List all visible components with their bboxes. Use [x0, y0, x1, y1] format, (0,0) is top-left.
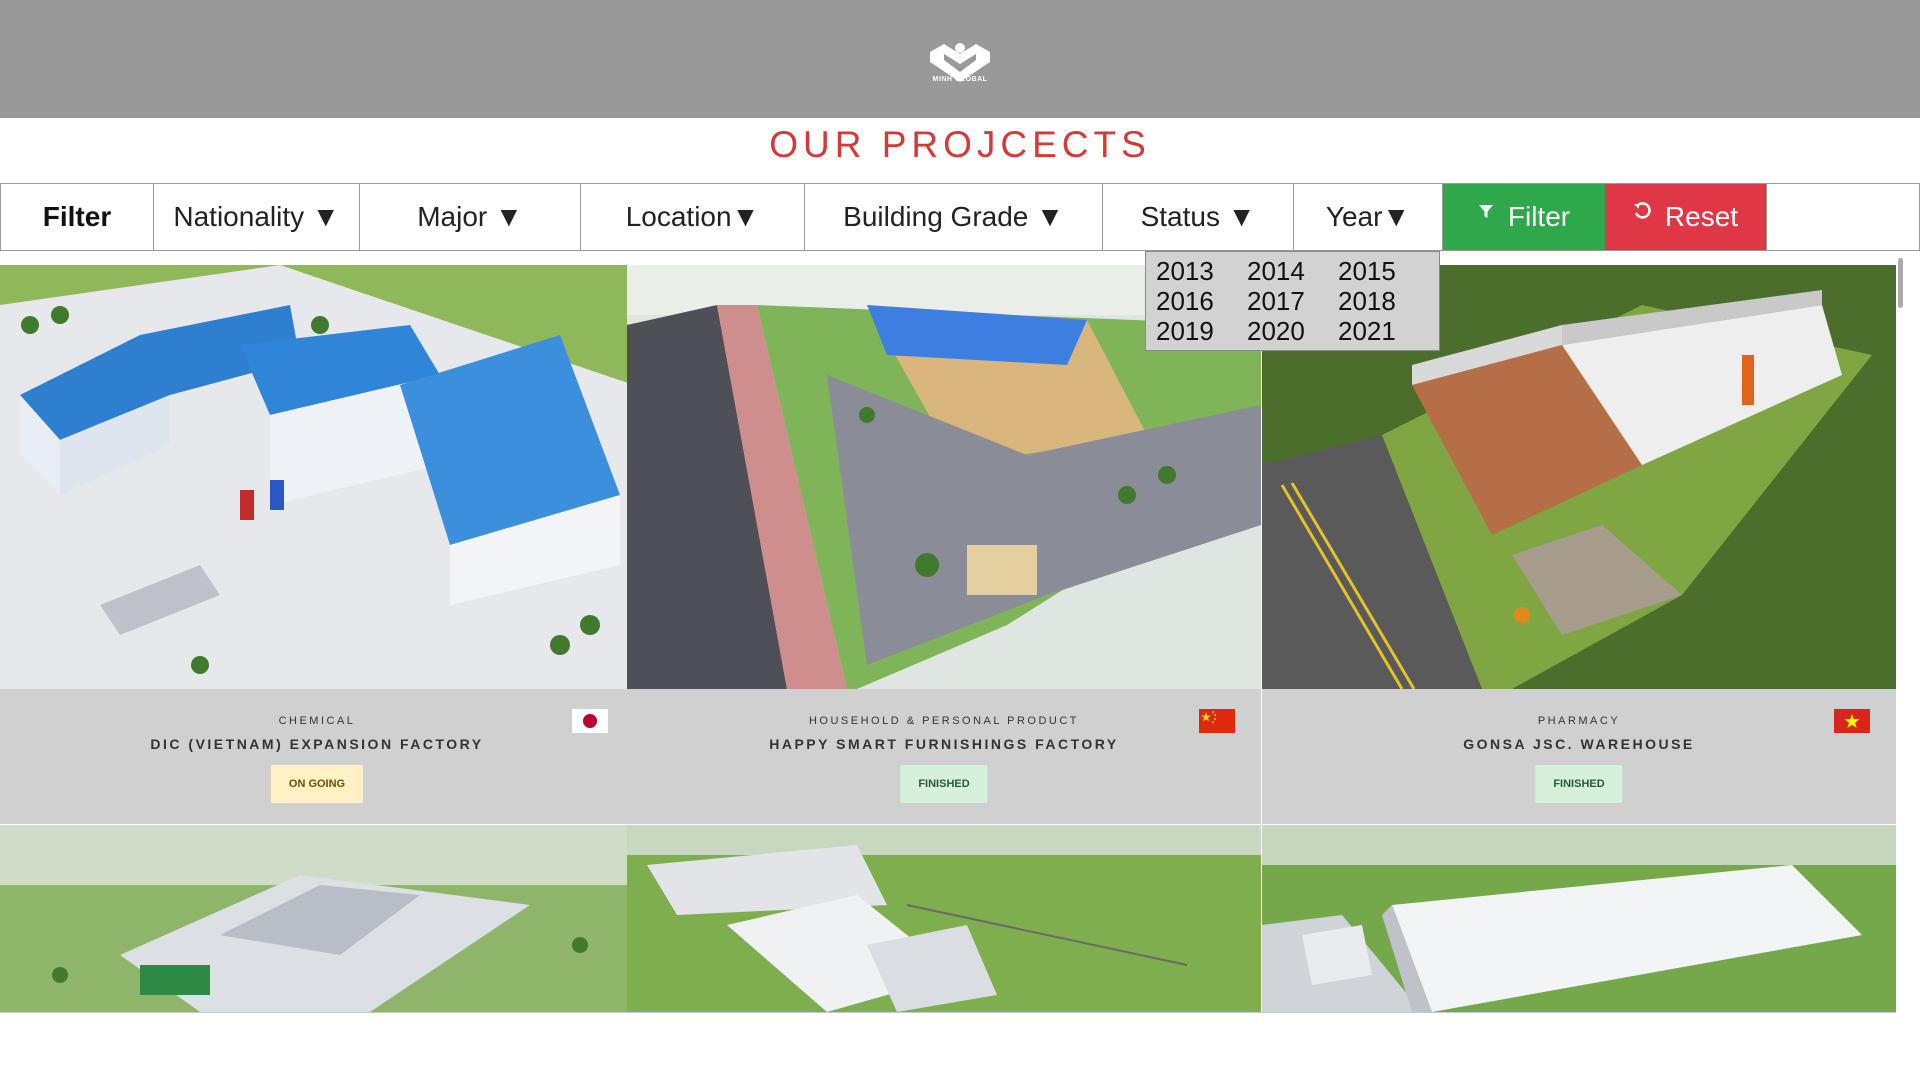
project-category: PHARMACY — [1537, 715, 1621, 727]
funnel-icon — [1478, 200, 1494, 226]
status-badge: ON GOING — [270, 765, 364, 803]
year-option-2020[interactable]: 2020 — [1247, 316, 1338, 346]
year-dropdown[interactable]: Year▼ — [1294, 184, 1443, 250]
project-image[interactable] — [0, 265, 634, 689]
vietnam-flag-icon — [1834, 709, 1870, 733]
year-option-2016[interactable]: 2016 — [1156, 286, 1247, 316]
page-title: OUR PROJCECTS — [769, 124, 1151, 165]
project-card[interactable] — [627, 825, 1261, 1012]
nationality-dropdown[interactable]: Nationality ▼ — [154, 184, 360, 250]
project-name[interactable]: HAPPY SMART FURNISHINGS FACTORY — [627, 736, 1261, 752]
major-dropdown[interactable]: Major ▼ — [360, 184, 581, 250]
filter-bar: Filter Nationality ▼ Major ▼ Location▼ B… — [0, 183, 1920, 251]
project-card[interactable] — [0, 825, 634, 1012]
project-image[interactable] — [627, 825, 1261, 1012]
bottom-divider — [0, 1012, 1896, 1013]
china-flag-icon — [1199, 709, 1235, 733]
year-option-2013[interactable]: 2013 — [1156, 256, 1247, 286]
building-grade-dropdown[interactable]: Building Grade ▼ — [805, 184, 1103, 250]
year-option-2015[interactable]: 2015 — [1338, 256, 1429, 286]
location-dropdown[interactable]: Location▼ — [581, 184, 805, 250]
project-name[interactable]: DIC (VIETNAM) EXPANSION FACTORY — [0, 736, 634, 752]
project-image[interactable] — [1262, 825, 1896, 1012]
reset-button[interactable]: Reset — [1605, 184, 1767, 250]
site-header: MINH GLOBAL — [0, 0, 1920, 118]
year-option-2018[interactable]: 2018 — [1338, 286, 1429, 316]
project-category: CHEMICAL — [278, 715, 356, 727]
year-option-2019[interactable]: 2019 — [1156, 316, 1247, 346]
year-options-list: 2013 2014 2015 2016 2017 2018 2019 2020 … — [1145, 251, 1440, 351]
filter-button[interactable]: Filter — [1443, 184, 1605, 250]
filter-button-label: Filter — [1507, 201, 1571, 232]
status-badge: FINISHED — [1535, 765, 1623, 803]
status-badge: FINISHED — [900, 765, 988, 803]
project-name[interactable]: GONSA JSC. WAREHOUSE — [1262, 736, 1896, 752]
logo-text: MINH GLOBAL — [932, 76, 988, 83]
project-info: PHARMACY GONSA JSC. WAREHOUSE FINISHED — [1262, 689, 1896, 824]
project-card[interactable]: CHEMICAL DIC (VIETNAM) EXPANSION FACTORY… — [0, 265, 634, 824]
undo-icon — [1633, 200, 1651, 226]
year-option-2021[interactable]: 2021 — [1338, 316, 1429, 346]
filter-label: Filter — [1, 184, 154, 250]
project-category: HOUSEHOLD & PERSONAL PRODUCT — [808, 715, 1080, 727]
project-info: HOUSEHOLD & PERSONAL PRODUCT HAPPY SMART… — [627, 689, 1261, 824]
scrollbar[interactable] — [1898, 258, 1903, 308]
status-dropdown[interactable]: Status ▼ — [1103, 184, 1294, 250]
year-option-2017[interactable]: 2017 — [1247, 286, 1338, 316]
project-image[interactable] — [0, 825, 634, 1012]
year-option-2014[interactable]: 2014 — [1247, 256, 1338, 286]
project-card[interactable] — [1262, 825, 1896, 1012]
japan-flag-icon — [572, 709, 608, 733]
project-info: CHEMICAL DIC (VIETNAM) EXPANSION FACTORY… — [0, 689, 634, 824]
reset-button-label: Reset — [1664, 201, 1739, 232]
